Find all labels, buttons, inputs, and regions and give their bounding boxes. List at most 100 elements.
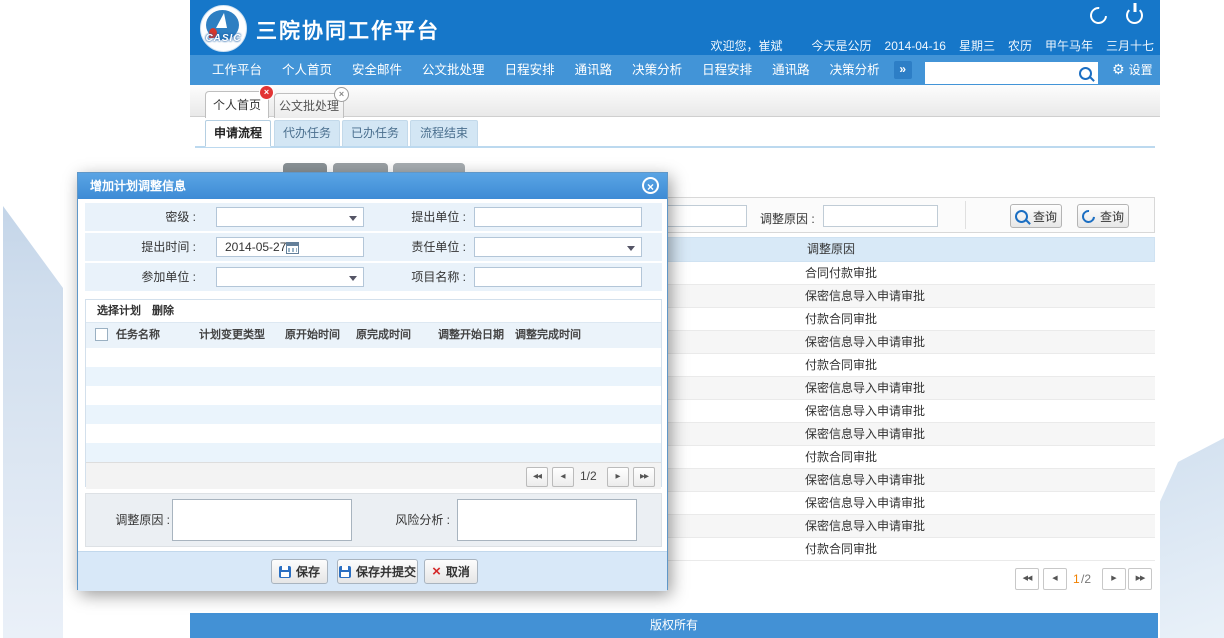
tab-done-tasks[interactable]: 已办任务 bbox=[342, 120, 408, 147]
secret-level-select[interactable] bbox=[216, 207, 364, 227]
close-icon[interactable]: × bbox=[642, 177, 659, 194]
first-page-icon[interactable]: ◀◀ bbox=[1015, 568, 1039, 590]
secret-level-label: 密级 : bbox=[85, 203, 196, 231]
propose-time-input[interactable]: 2014-05-27 bbox=[216, 237, 364, 257]
search-button[interactable]: 查询 bbox=[1010, 204, 1062, 228]
join-unit-select[interactable] bbox=[216, 267, 364, 287]
today-prefix: 今天是公历 bbox=[812, 37, 872, 54]
power-icon[interactable] bbox=[1126, 7, 1143, 24]
save-button[interactable]: 保存 bbox=[271, 559, 328, 584]
lunar-day: 三月十七 bbox=[1106, 37, 1154, 54]
adjust-reason-label: 调整原因 : bbox=[86, 494, 170, 546]
propose-unit-input[interactable] bbox=[474, 207, 642, 227]
filter-reason-input[interactable] bbox=[823, 205, 938, 227]
adjust-reason-textarea[interactable] bbox=[172, 499, 352, 541]
next-page-icon[interactable]: ▶ bbox=[1102, 568, 1126, 590]
plan-table-toolbar: 选择计划 删除 bbox=[86, 300, 661, 322]
nav-item-work-platform[interactable]: 工作平台 bbox=[202, 55, 272, 85]
settings-label: 设置 bbox=[1129, 61, 1153, 78]
settings-button[interactable]: ⚙ 设置 bbox=[1112, 61, 1153, 78]
nav-more-chevrons-icon[interactable]: » bbox=[894, 61, 912, 79]
propose-time-value: 2014-05-27 bbox=[225, 240, 286, 254]
search-icon bbox=[1079, 67, 1092, 80]
dialog-header: 增加计划调整信息 × bbox=[78, 173, 667, 199]
user-info-bar: 欢迎您，崔斌 今天是公历 2014-04-16 星期三 农历 甲午马年 三月十七 bbox=[711, 37, 1154, 54]
refresh-icon[interactable] bbox=[1090, 7, 1107, 24]
search-icon bbox=[1015, 210, 1028, 223]
dialog-title: 增加计划调整信息 bbox=[90, 173, 186, 199]
column-adjust-start: 调整开始日期 bbox=[438, 323, 504, 347]
window-tab-document-batch[interactable]: 公文批处理 × bbox=[274, 93, 344, 118]
process-tabs: 申请流程 代办任务 已办任务 流程结束 bbox=[190, 120, 1160, 147]
cancel-label: 取消 bbox=[446, 563, 470, 580]
search-button-label: 查询 bbox=[1033, 208, 1057, 225]
total-pages: /2 bbox=[1081, 572, 1091, 586]
gear-icon: ⚙ bbox=[1112, 61, 1125, 78]
logo-sail-icon bbox=[216, 13, 227, 28]
casic-logo-icon: CASIC bbox=[200, 5, 247, 52]
risk-analysis-label: 风险分析 : bbox=[366, 494, 450, 546]
project-name-input[interactable] bbox=[474, 267, 642, 287]
window-tab-label: 公文批处理 bbox=[279, 99, 339, 113]
save-submit-button[interactable]: 保存并提交 bbox=[337, 559, 418, 584]
chevron-down-icon bbox=[349, 216, 357, 221]
form-row-2: 提出时间 : 2014-05-27 责任单位 : bbox=[85, 233, 662, 261]
window-tab-label: 个人首页 bbox=[213, 98, 261, 112]
first-page-icon[interactable]: ◀◀ bbox=[526, 467, 548, 487]
gregorian-date: 2014-04-16 bbox=[885, 39, 946, 53]
save-submit-label: 保存并提交 bbox=[356, 563, 416, 580]
save-label: 保存 bbox=[296, 563, 320, 580]
tab-process-ended[interactable]: 流程结束 bbox=[410, 120, 478, 147]
chevron-down-icon bbox=[627, 246, 635, 251]
nav-item-decision-analysis-2[interactable]: 决策分析 bbox=[820, 55, 890, 85]
duty-unit-select[interactable] bbox=[474, 237, 642, 257]
select-plan-button[interactable]: 选择计划 bbox=[97, 300, 141, 322]
reason-risk-section: 调整原因 : 风险分析 : bbox=[85, 493, 662, 547]
nav-item-schedule-2[interactable]: 日程安排 bbox=[692, 55, 762, 85]
propose-unit-label: 提出单位 : bbox=[375, 203, 466, 231]
window-tab-strip: 个人首页 × 公文批处理 × bbox=[190, 85, 1160, 117]
cancel-button[interactable]: × 取消 bbox=[424, 559, 478, 584]
calendar-icon[interactable] bbox=[286, 242, 299, 254]
plan-table-pagination: ◀◀ ◀ 1/2 ▶ ▶▶ bbox=[86, 462, 661, 489]
form-row-3: 参加单位 : 项目名称 : bbox=[85, 263, 662, 291]
nav-item-decision-analysis[interactable]: 决策分析 bbox=[622, 55, 692, 85]
global-search-input[interactable] bbox=[925, 62, 1073, 84]
close-icon[interactable]: × bbox=[334, 87, 349, 102]
page-title: 三院协同工作平台 bbox=[256, 15, 440, 45]
empty-row bbox=[86, 348, 661, 368]
window-tab-personal-home[interactable]: 个人首页 × bbox=[205, 91, 269, 118]
tab-apply-process[interactable]: 申请流程 bbox=[205, 120, 271, 147]
nav-item-document-batch[interactable]: 公文批处理 bbox=[412, 55, 495, 85]
tab-todo-tasks[interactable]: 代办任务 bbox=[274, 120, 340, 147]
propose-time-label: 提出时间 : bbox=[85, 233, 196, 261]
column-task-name: 任务名称 bbox=[116, 323, 160, 347]
app-header: CASIC 三院协同工作平台 欢迎您，崔斌 今天是公历 2014-04-16 星… bbox=[190, 0, 1160, 55]
risk-analysis-textarea[interactable] bbox=[457, 499, 637, 541]
nav-item-secure-mail[interactable]: 安全邮件 bbox=[342, 55, 412, 85]
prev-page-icon[interactable]: ◀ bbox=[552, 467, 574, 487]
global-search-button[interactable] bbox=[1072, 62, 1098, 84]
last-page-icon[interactable]: ▶▶ bbox=[633, 467, 655, 487]
delete-button[interactable]: 删除 bbox=[152, 300, 174, 322]
close-icon[interactable]: × bbox=[259, 85, 274, 100]
refresh-icon bbox=[1079, 207, 1097, 225]
column-adjust-reason: 调整原因 bbox=[766, 238, 896, 261]
last-page-icon[interactable]: ▶▶ bbox=[1128, 568, 1152, 590]
nav-item-contacts[interactable]: 通讯路 bbox=[565, 55, 623, 85]
column-adjust-finish: 调整完成时间 bbox=[515, 323, 581, 347]
prev-page-icon[interactable]: ◀ bbox=[1043, 568, 1067, 590]
empty-row bbox=[86, 443, 661, 463]
select-all-checkbox[interactable] bbox=[95, 328, 108, 341]
nav-item-personal-home[interactable]: 个人首页 bbox=[272, 55, 342, 85]
nav-item-schedule[interactable]: 日程安排 bbox=[495, 55, 565, 85]
tab-underline bbox=[195, 146, 1155, 148]
duty-unit-label: 责任单位 : bbox=[375, 233, 466, 261]
next-page-icon[interactable]: ▶ bbox=[607, 467, 629, 487]
current-page: 1 bbox=[1073, 572, 1080, 586]
form-row-1: 密级 : 提出单位 : bbox=[85, 203, 662, 231]
reset-button[interactable]: 查询 bbox=[1077, 204, 1129, 228]
copyright-footer: 版权所有 bbox=[190, 613, 1158, 638]
page: CASIC 三院协同工作平台 欢迎您，崔斌 今天是公历 2014-04-16 星… bbox=[0, 0, 1224, 638]
nav-item-contacts-2[interactable]: 通讯路 bbox=[762, 55, 820, 85]
